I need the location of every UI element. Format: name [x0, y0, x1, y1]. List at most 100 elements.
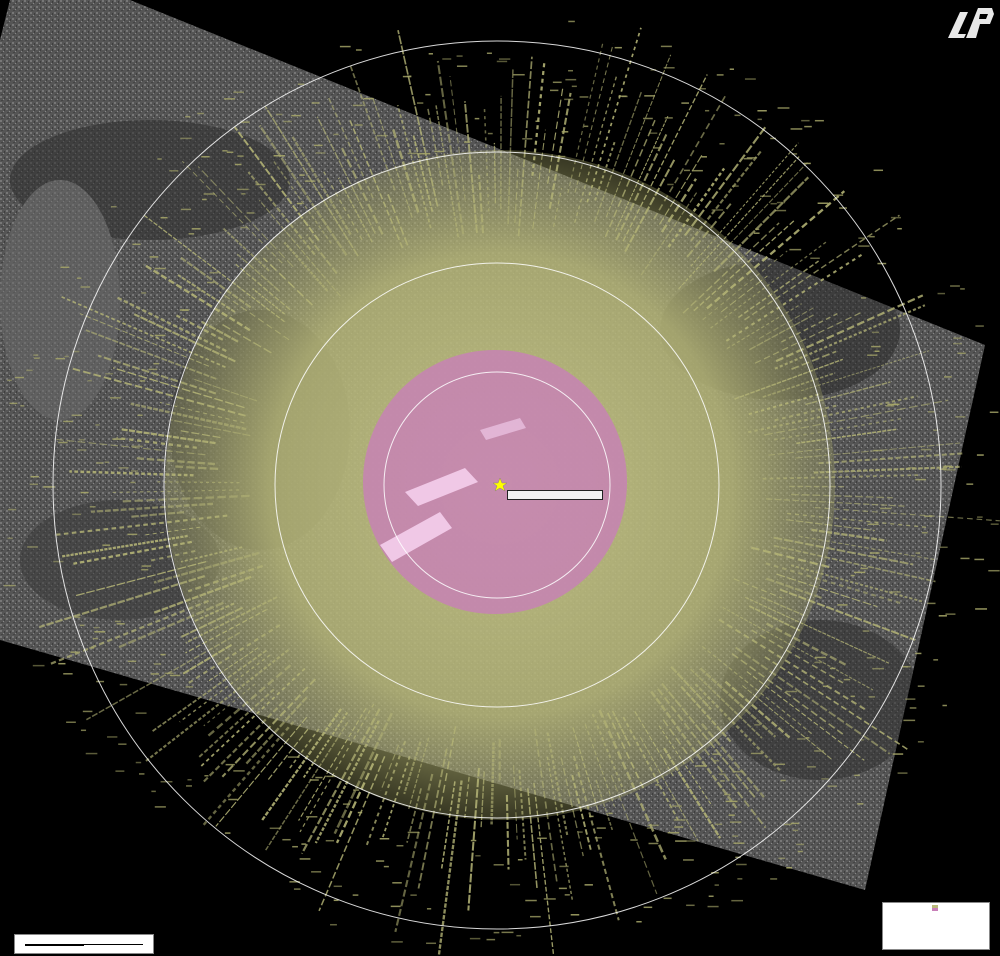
visibility-dash — [390, 905, 401, 908]
visibility-dash — [990, 523, 999, 525]
visibility-dash — [71, 414, 82, 417]
visibility-dash — [663, 897, 672, 900]
visibility-dash — [301, 843, 306, 845]
visibility-dash — [837, 604, 848, 606]
visibility-dash — [127, 533, 138, 536]
visibility-dash — [20, 405, 25, 407]
visibility-dash — [189, 289, 202, 292]
visibility-dash — [750, 752, 763, 755]
visibility-dash — [299, 174, 305, 176]
visibility-dash — [943, 469, 956, 471]
visibility-dash — [803, 162, 811, 165]
visibility-dash — [732, 185, 739, 187]
visibility-dash — [237, 155, 244, 157]
visibility-dash — [92, 637, 99, 640]
visibility-dash — [829, 667, 836, 670]
visibility-dash — [141, 568, 149, 571]
visibility-dash — [160, 216, 168, 219]
visibility-dash — [711, 209, 724, 211]
visibility-dash — [516, 934, 522, 937]
visibility-dash — [989, 411, 999, 414]
visibility-dash — [714, 823, 723, 826]
visibility-dash — [169, 170, 179, 172]
brand-logo-icon — [948, 8, 994, 38]
visibility-dash — [789, 248, 802, 251]
visibility-dash — [342, 803, 350, 805]
visibility-dash — [648, 132, 658, 134]
visibility-dash — [753, 232, 760, 234]
visibility-dash — [646, 827, 651, 829]
visibility-dash — [93, 626, 100, 629]
visibility-dash — [777, 107, 790, 109]
visibility-dash — [801, 119, 810, 122]
visibility-dash — [70, 651, 78, 653]
visibility-dash — [920, 448, 932, 451]
visibility-dash — [858, 245, 870, 247]
visibility-dash — [141, 292, 147, 294]
visibility-dash — [683, 859, 694, 861]
visibility-dash — [945, 613, 956, 615]
visibility-dash — [667, 831, 680, 834]
visibility-dash — [110, 205, 117, 208]
visibility-dash — [283, 120, 292, 123]
visibility-dash — [868, 696, 876, 698]
visibility-dash — [608, 812, 613, 815]
visibility-dash — [683, 169, 690, 172]
visibility-dash — [822, 685, 829, 688]
visibility-dash — [416, 102, 424, 104]
visibility-dash — [34, 357, 40, 359]
visibility-dash — [392, 882, 402, 884]
visibility-dash — [988, 569, 1000, 572]
visibility-dash — [110, 397, 121, 399]
visibility-dash — [132, 243, 141, 246]
visibility-dash — [966, 483, 974, 485]
visibility-dash — [116, 623, 125, 625]
visibility-dash — [306, 816, 318, 818]
visibility-dash — [55, 357, 66, 360]
visibility-dash — [535, 120, 540, 123]
visibility-dash — [543, 898, 556, 900]
visibility-dash — [746, 157, 757, 159]
visibility-dash — [150, 673, 159, 675]
visibility-dash — [565, 78, 577, 81]
visibility-dash — [805, 737, 810, 739]
visibility-dash — [82, 710, 93, 713]
visibility-dash — [157, 158, 162, 160]
visibility-dash — [974, 558, 985, 561]
visibility-dash — [498, 58, 511, 60]
visibility-dash — [102, 544, 111, 546]
visibility-dash — [832, 194, 844, 196]
visibility-dash — [770, 202, 777, 205]
visibility-dash — [96, 462, 104, 464]
viewshed-map — [0, 0, 1000, 956]
visibility-dash — [80, 286, 91, 288]
visibility-dash — [655, 784, 660, 786]
visibility-dash — [197, 112, 204, 115]
visibility-dash — [866, 416, 873, 419]
visibility-dash — [9, 402, 18, 405]
visibility-dash — [127, 660, 137, 663]
visibility-dash — [464, 141, 471, 143]
visibility-dash — [442, 58, 452, 60]
visibility-dash — [325, 839, 335, 842]
visibility-dash — [921, 531, 928, 534]
visibility-dash — [681, 102, 690, 104]
visibility-dash — [757, 118, 762, 121]
visibility-dash — [66, 721, 76, 723]
visibility-dash — [814, 750, 824, 752]
visibility-dash — [817, 202, 829, 204]
visibility-dash — [203, 193, 215, 195]
visibility-dash — [853, 571, 866, 574]
visibility-dash — [671, 798, 676, 800]
visibility-dash — [185, 686, 194, 688]
visibility-dash — [185, 115, 191, 118]
visibility-dash — [873, 449, 883, 452]
visibility-dash — [456, 55, 463, 57]
visibility-dash — [976, 454, 984, 456]
visibility-dash — [493, 931, 500, 934]
visibility-dash — [952, 342, 962, 345]
visibility-dash — [784, 823, 792, 826]
visibility-dash — [775, 763, 785, 766]
visibility-dash — [391, 941, 403, 943]
visibility-dash — [737, 878, 743, 880]
